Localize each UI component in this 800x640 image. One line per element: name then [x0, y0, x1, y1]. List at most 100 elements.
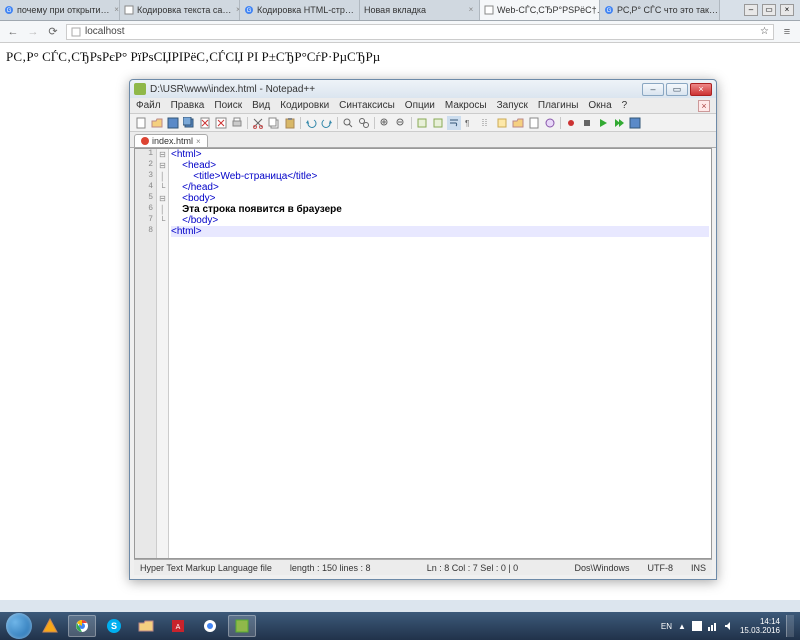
browser-tab-4[interactable]: Web-СЃС‚СЂР°РЅРёС†… ×: [480, 0, 600, 20]
taskbar-notepadpp-icon[interactable]: [228, 615, 256, 637]
npp-close-button[interactable]: ×: [690, 83, 712, 96]
menu-button[interactable]: ≡: [780, 25, 794, 39]
bookmark-star-icon[interactable]: ☆: [760, 26, 769, 37]
notepad-window: D:\USR\www\index.html - Notepad++ – ▭ × …: [129, 79, 717, 580]
new-file-icon[interactable]: [134, 116, 148, 130]
tray-volume-icon[interactable]: [724, 621, 734, 631]
menu-view[interactable]: Вид: [252, 100, 270, 111]
google-icon: G: [4, 5, 14, 15]
menu-search[interactable]: Поиск: [214, 100, 242, 111]
system-tray: EN ▲ 14:14 15.03.2016: [661, 617, 780, 635]
userlang-icon[interactable]: [495, 116, 509, 130]
play-multi-icon[interactable]: [612, 116, 626, 130]
zoom-in-icon[interactable]: [378, 116, 392, 130]
filetab-close-icon[interactable]: ×: [196, 137, 201, 146]
browser-tab-2[interactable]: G Кодировка HTML-стр… ×: [240, 0, 360, 20]
minimize-button[interactable]: –: [744, 4, 758, 16]
save-all-icon[interactable]: [182, 116, 196, 130]
url-bar[interactable]: localhost ☆: [66, 24, 774, 40]
menu-help[interactable]: ?: [622, 100, 628, 111]
play-macro-icon[interactable]: [596, 116, 610, 130]
notepad-titlebar[interactable]: D:\USR\www\index.html - Notepad++ – ▭ ×: [130, 80, 716, 98]
browser-tab-1[interactable]: Кодировка текста са… ×: [120, 0, 240, 20]
docmap-icon[interactable]: [527, 116, 541, 130]
maximize-button[interactable]: ▭: [762, 4, 776, 16]
window-title: D:\USR\www\index.html - Notepad++: [150, 84, 315, 95]
unsaved-dot-icon: [141, 137, 149, 145]
zoom-out-icon[interactable]: [394, 116, 408, 130]
menu-edit[interactable]: Правка: [171, 100, 205, 111]
menu-plugins[interactable]: Плагины: [538, 100, 579, 111]
redo-icon[interactable]: [320, 116, 334, 130]
save-icon[interactable]: [166, 116, 180, 130]
browser-tab-3[interactable]: Новая вкладка ×: [360, 0, 480, 20]
notepad-toolbar: ¶: [130, 114, 716, 132]
funclist-icon[interactable]: [543, 116, 557, 130]
tray-flag-icon[interactable]: [692, 621, 702, 631]
tray-up-icon[interactable]: ▲: [678, 622, 686, 631]
menu-encoding[interactable]: Кодировки: [280, 100, 329, 111]
record-macro-icon[interactable]: [564, 116, 578, 130]
npp-maximize-button[interactable]: ▭: [666, 83, 688, 96]
taskbar-skype-icon[interactable]: S: [100, 615, 128, 637]
page-icon: [71, 27, 81, 37]
sync-h-icon[interactable]: [431, 116, 445, 130]
close-icon[interactable]: [198, 116, 212, 130]
browser-tab-5[interactable]: G РС‚Р° СЃС что это так… ×: [600, 0, 720, 20]
forward-button[interactable]: →: [26, 25, 40, 39]
fold-box-icon[interactable]: ⊟: [157, 149, 168, 160]
tab-close-icon[interactable]: ×: [467, 6, 475, 14]
code-area[interactable]: <html> <head> <title>Web-страница</title…: [169, 149, 711, 558]
close-all-icon[interactable]: [214, 116, 228, 130]
svg-text:S: S: [111, 621, 117, 631]
copy-icon[interactable]: [267, 116, 281, 130]
find-icon[interactable]: [341, 116, 355, 130]
paste-icon[interactable]: [283, 116, 297, 130]
fold-box-icon[interactable]: ⊟: [157, 160, 168, 171]
taskbar-chrome2-icon[interactable]: [196, 615, 224, 637]
undo-icon[interactable]: [304, 116, 318, 130]
tab-close-icon[interactable]: ×: [113, 6, 120, 14]
taskbar-aimp-icon[interactable]: [36, 615, 64, 637]
menu-window[interactable]: Окна: [588, 100, 611, 111]
npp-minimize-button[interactable]: –: [642, 83, 664, 96]
menu-macro[interactable]: Макросы: [445, 100, 487, 111]
tray-network-icon[interactable]: [708, 621, 718, 631]
taskbar-explorer-icon[interactable]: [132, 615, 160, 637]
taskbar-chrome-icon[interactable]: [68, 615, 96, 637]
back-button[interactable]: ←: [6, 25, 20, 39]
close-button[interactable]: ×: [780, 4, 794, 16]
notepad-statusbar: Hyper Text Markup Language file length :…: [134, 559, 712, 575]
sync-v-icon[interactable]: [415, 116, 429, 130]
show-desktop-button[interactable]: [786, 615, 794, 637]
menu-settings[interactable]: Опции: [405, 100, 435, 111]
replace-icon[interactable]: [357, 116, 371, 130]
print-icon[interactable]: [230, 116, 244, 130]
filetab-index[interactable]: index.html ×: [134, 134, 208, 147]
reload-button[interactable]: ⟳: [46, 25, 60, 39]
tab-label: РС‚Р° СЃС что это так…: [617, 5, 718, 15]
show-chars-icon[interactable]: ¶: [463, 116, 477, 130]
tray-clock[interactable]: 14:14 15.03.2016: [740, 617, 780, 635]
folder-icon[interactable]: [511, 116, 525, 130]
menu-language[interactable]: Синтаксисы: [339, 100, 395, 111]
menu-file[interactable]: Файл: [136, 100, 161, 111]
taskbar-acrobat-icon[interactable]: A: [164, 615, 192, 637]
browser-tab-0[interactable]: G почему при открыти… ×: [0, 0, 120, 20]
svg-text:G: G: [607, 8, 612, 14]
tray-lang[interactable]: EN: [661, 622, 672, 631]
indent-guide-icon[interactable]: [479, 116, 493, 130]
filetab-label: index.html: [152, 136, 193, 146]
close-doc-button[interactable]: ×: [698, 100, 710, 112]
stop-macro-icon[interactable]: [580, 116, 594, 130]
menu-run[interactable]: Запуск: [497, 100, 528, 111]
save-macro-icon[interactable]: [628, 116, 642, 130]
open-file-icon[interactable]: [150, 116, 164, 130]
cut-icon[interactable]: [251, 116, 265, 130]
fold-box-icon[interactable]: ⊟: [157, 193, 168, 204]
start-button[interactable]: [6, 613, 32, 639]
notepad-menubar: Файл Правка Поиск Вид Кодировки Синтакси…: [130, 98, 716, 114]
wordwrap-icon[interactable]: [447, 116, 461, 130]
tab-label: Web-СЃС‚СЂР°РЅРёС†…: [497, 5, 600, 15]
notepad-editor[interactable]: 1 2 3 4 5 6 7 8 ⊟ ⊟ │ └ ⊟ │ └ <html>: [134, 148, 712, 559]
